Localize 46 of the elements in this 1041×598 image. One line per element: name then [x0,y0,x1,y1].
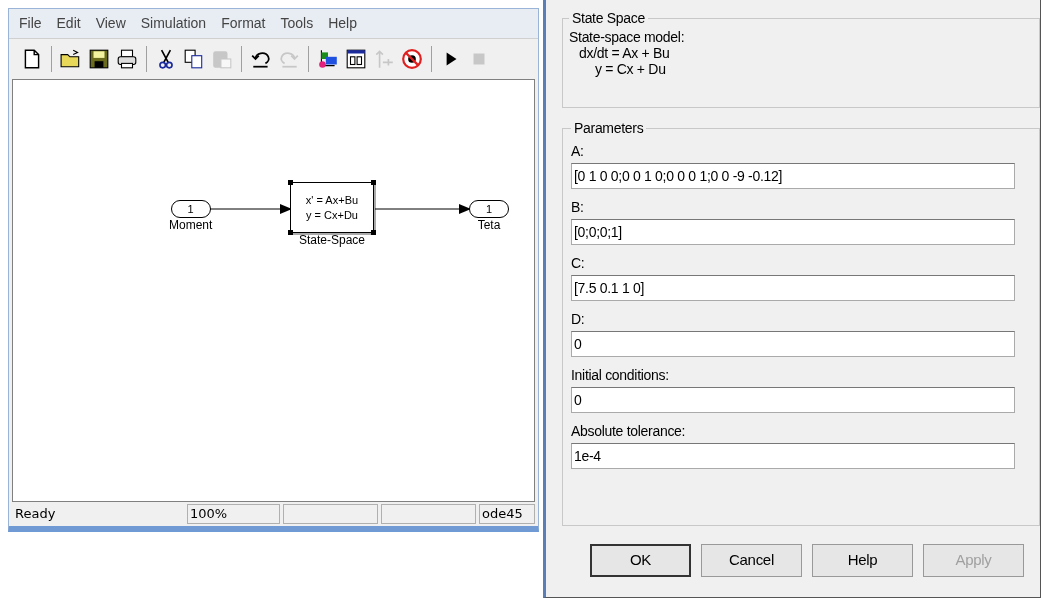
port-label: Teta [477,218,501,233]
menu-item[interactable]: View [95,13,126,34]
model-description: dx/dt = Ax + Bu [578,45,671,61]
folder-icon[interactable] [59,48,82,70]
equation-text: x' = Ax+Bu [305,192,359,208]
selection-handle[interactable] [287,230,293,235]
menu-item[interactable]: Edit [56,13,81,34]
port-label: Moment [168,218,213,233]
menu-item[interactable]: File [18,13,42,34]
selection-handle[interactable] [370,180,376,185]
parameter-field[interactable]: 0 [571,331,1015,357]
dialog-button[interactable]: Help [812,544,913,577]
parameter-field[interactable]: [7.5 0.1 1 0] [571,275,1015,301]
menu-item[interactable]: Tools [280,13,314,34]
solver-name: ode45 [478,504,535,524]
model-description: y = Cx + Du [594,61,667,77]
parameter-label: A: [571,142,585,161]
menu-item[interactable]: Simulation [140,13,207,34]
zoom-level: 100% [186,504,280,524]
menu-item[interactable]: Help [328,13,357,34]
dialog-button[interactable]: OK [590,544,691,577]
selection-handle[interactable] [370,230,376,235]
menu-item[interactable]: Format [221,13,266,34]
parameter-label: C: [571,254,586,273]
state-space-block[interactable]: x' = Ax+Bu y = Cx+Du [289,182,374,233]
group-title: State Space [571,9,646,28]
parameter-field[interactable]: 0 [571,387,1015,413]
parameter-field[interactable]: [0 1 0 0;0 0 1 0;0 0 0 1;0 0 -9 -0.12] [571,163,1015,189]
dialog-button[interactable]: Cancel [701,544,802,577]
parameter-label: D: [571,310,586,329]
parameter-field[interactable]: 1e-4 [571,443,1015,469]
block-label: State-Space [298,233,365,248]
parameter-label: B: [571,198,585,217]
window-icon[interactable] [344,48,367,70]
parameter-field[interactable]: [0;0;0;1] [571,219,1015,245]
copy-icon[interactable] [182,48,205,70]
equation-text: y = Cx+Du [306,207,358,223]
selection-handle[interactable] [287,180,293,185]
parameter-label: Absolute tolerance: [571,422,687,441]
floppy-icon[interactable] [87,48,110,70]
model-description: State-space model: [569,29,686,45]
group-title: Parameters [573,119,645,138]
status-message: Ready [13,505,57,523]
parameter-label: Initial conditions: [571,366,670,385]
printer-icon[interactable] [115,48,138,70]
blocks-icon[interactable] [316,48,339,70]
